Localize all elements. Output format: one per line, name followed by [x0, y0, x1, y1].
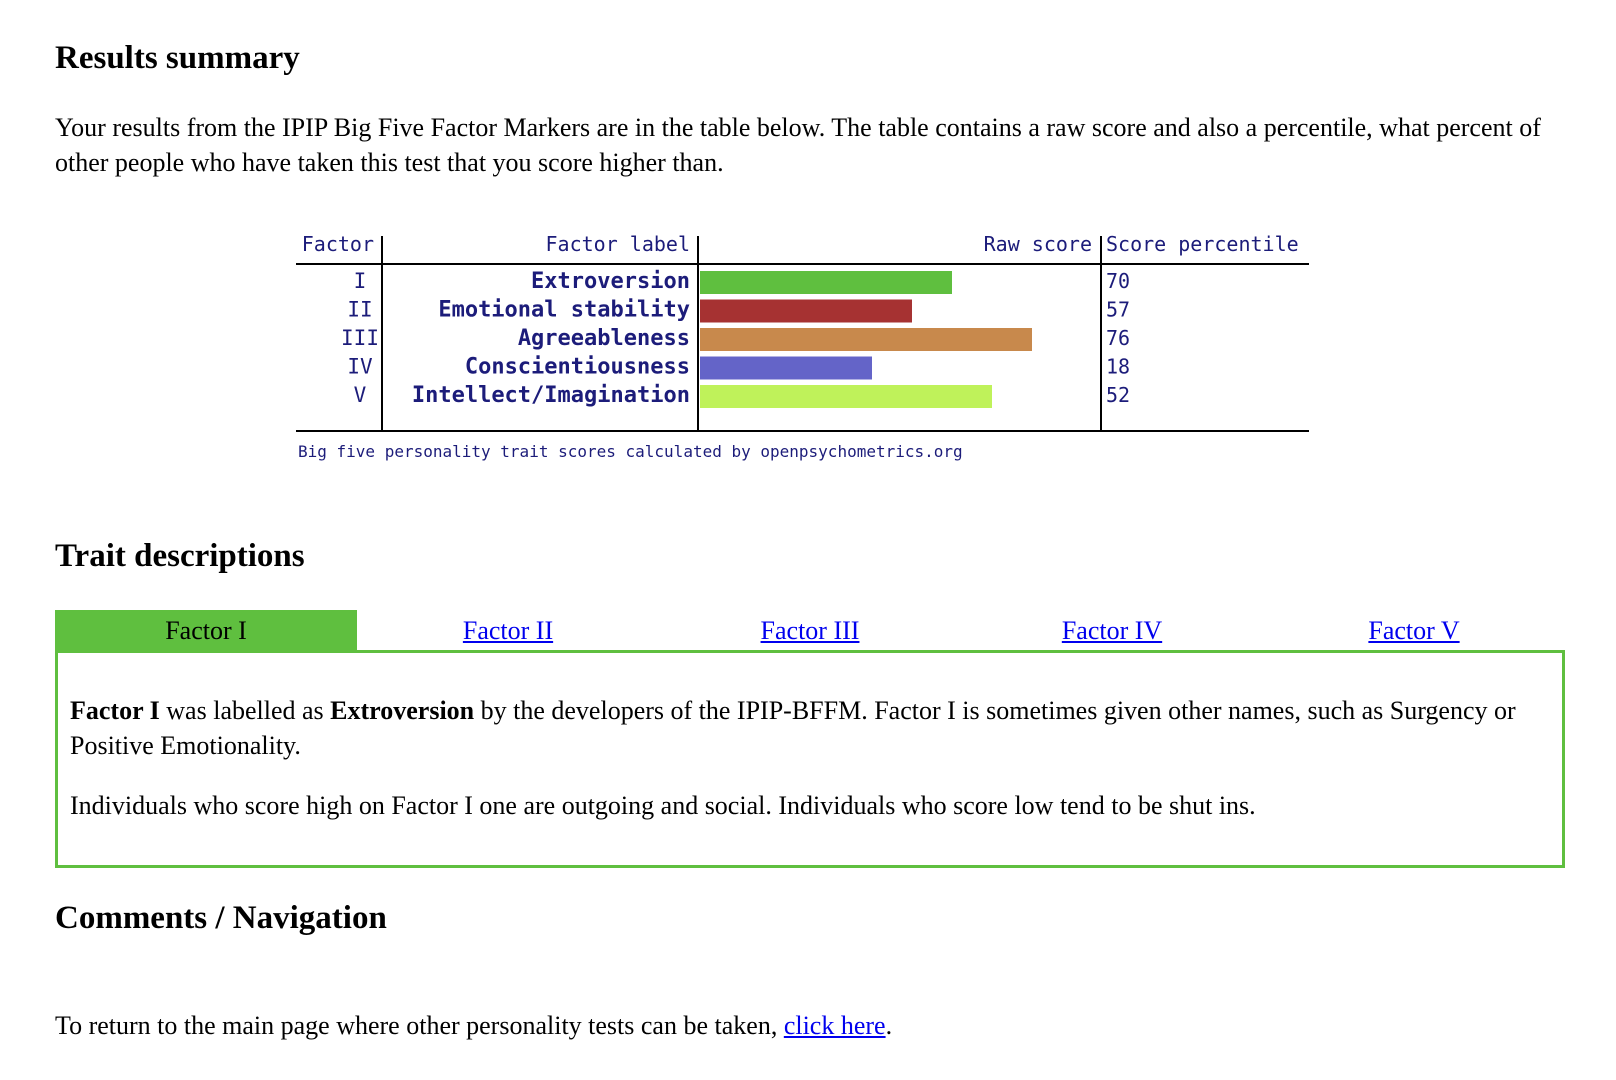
raw-score-bar-3	[700, 328, 1032, 351]
results-summary-heading: Results summary	[55, 40, 300, 76]
header-factor-label: Factor label	[546, 232, 691, 256]
factor-name: Factor I	[70, 696, 160, 725]
chart-caption: Big five personality trait scores calcul…	[298, 442, 963, 461]
tab-factor-iv[interactable]: Factor IV	[961, 610, 1263, 652]
return-text: To return to the main page where other p…	[55, 1011, 784, 1040]
factor-description-panel: Factor I was labelled as Extroversion by…	[55, 650, 1565, 868]
tab-factor-iii[interactable]: Factor III	[659, 610, 961, 652]
click-here-link[interactable]: click here	[784, 1011, 886, 1040]
raw-score-bar-4	[700, 356, 872, 380]
factor-numeral-1: I	[354, 269, 367, 293]
factor-numeral-5: V	[354, 383, 367, 407]
header-raw-score: Raw score	[984, 232, 1092, 256]
factor-label-1: Extroversion	[531, 269, 690, 294]
percentile-value-4: 18	[1106, 355, 1130, 379]
percentile-value-3: 76	[1106, 326, 1130, 350]
percentile-value-5: 52	[1106, 383, 1130, 407]
factor-numeral-2: II	[347, 298, 372, 322]
raw-score-bar-5	[700, 385, 992, 408]
raw-score-bar-2	[700, 299, 912, 323]
header-score-percentile: Score percentile	[1106, 232, 1299, 256]
factor-label-3: Agreeableness	[518, 326, 690, 351]
header-factor: Factor	[302, 232, 374, 256]
tab-factor-i[interactable]: Factor I	[55, 610, 357, 652]
factor-label-4: Conscientiousness	[465, 355, 690, 380]
results-page: Results summary Your results from the IP…	[0, 0, 1616, 1080]
chart-rows: I Extroversion 70 II Emotional stability 57 II…	[341, 269, 1130, 408]
factor-label-2: Emotional stability	[438, 298, 690, 323]
intro-paragraph: Your results from the IPIP Big Five Fact…	[55, 113, 1541, 177]
return-text-end: .	[885, 1011, 893, 1040]
score-chart-svg: Factor Factor label Raw score Score perc…	[296, 232, 1309, 461]
tab-factor-ii[interactable]: Factor II	[357, 610, 659, 652]
factor-description-paragraph: Factor I was labelled as Extroversion by…	[70, 693, 1540, 763]
big-five-score-chart: Factor Factor label Raw score Score perc…	[296, 232, 1309, 462]
factor-numeral-4: IV	[347, 355, 373, 379]
trait-descriptions-heading: Trait descriptions	[55, 538, 305, 574]
trait-name: Extroversion	[330, 696, 475, 725]
description-text-1: was labelled as	[159, 696, 331, 725]
factor-numeral-3: III	[341, 326, 379, 350]
tab-factor-v[interactable]: Factor V	[1263, 610, 1565, 652]
factor-score-interpretation: Individuals who score high on Factor I o…	[70, 791, 1256, 820]
percentile-value-1: 70	[1106, 269, 1130, 293]
percentile-value-2: 57	[1106, 298, 1130, 322]
comments-navigation-heading: Comments / Navigation	[55, 900, 387, 936]
factor-tabs: Factor I Factor II Factor III Factor IV …	[55, 610, 1565, 652]
factor-label-5: Intellect/Imagination	[412, 383, 690, 408]
raw-score-bar-1	[700, 271, 952, 294]
return-navigation-text: To return to the main page where other p…	[55, 1008, 892, 1043]
